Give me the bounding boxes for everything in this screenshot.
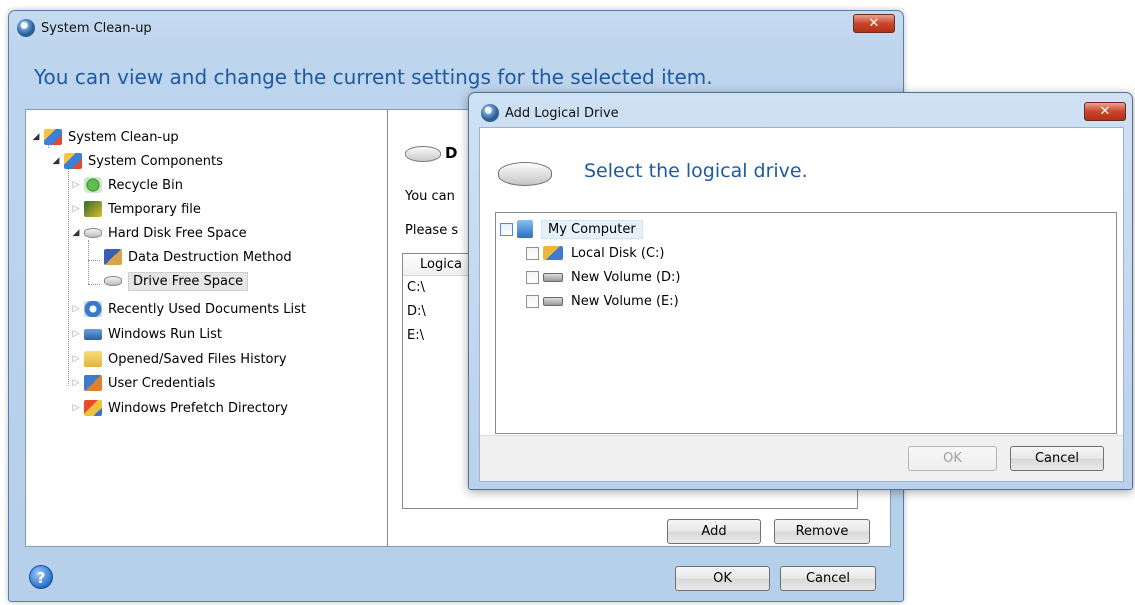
collapsed-arrow-icon[interactable]: ▷ bbox=[70, 180, 82, 190]
dialog-cancel-button[interactable]: Cancel bbox=[1010, 446, 1104, 471]
page-headline: You can view and change the current sett… bbox=[34, 65, 713, 89]
tree-item-label: User Credentials bbox=[108, 375, 216, 391]
drive-icon bbox=[498, 162, 552, 186]
tree-item-label: Drive Free Space bbox=[128, 271, 249, 291]
volume-icon bbox=[543, 296, 563, 306]
drive-tree[interactable]: My Computer Local Disk (C:) New Volume (… bbox=[495, 212, 1117, 434]
pane-instruction: Please s bbox=[405, 223, 459, 238]
dialog-title-bar: Add Logical Drive bbox=[481, 101, 619, 125]
tree-item-label: Recycle Bin bbox=[108, 177, 183, 193]
dialog-title: Add Logical Drive bbox=[505, 105, 619, 121]
tree-item-label: New Volume (D:) bbox=[571, 269, 681, 285]
tree-item-data-destruction-method[interactable]: Data Destruction Method bbox=[102, 245, 292, 269]
tree-item-label: System Clean-up bbox=[68, 129, 179, 145]
title-bar: System Clean-up bbox=[17, 16, 152, 40]
volume-icon bbox=[543, 272, 563, 282]
pane-description: You can bbox=[405, 189, 455, 204]
system-components-icon bbox=[64, 153, 82, 169]
dialog-footer: OK Cancel bbox=[480, 435, 1123, 481]
window-title: System Clean-up bbox=[41, 20, 152, 36]
cancel-button-label: Cancel bbox=[805, 571, 851, 586]
collapsed-arrow-icon[interactable]: ▷ bbox=[70, 304, 82, 314]
tree-item-system-components[interactable]: ◢ System Components bbox=[50, 149, 223, 173]
tree-item-opened-saved-files[interactable]: ▷ Opened/Saved Files History bbox=[70, 347, 287, 371]
app-icon bbox=[17, 19, 35, 37]
collapsed-arrow-icon[interactable]: ▷ bbox=[70, 329, 82, 339]
expanded-arrow-icon[interactable]: ◢ bbox=[30, 132, 42, 142]
expanded-arrow-icon[interactable]: ◢ bbox=[70, 228, 82, 238]
add-button-label: Add bbox=[701, 524, 727, 539]
prefetch-icon bbox=[84, 400, 102, 416]
tree-item-label: Opened/Saved Files History bbox=[108, 351, 287, 367]
drive-icon bbox=[104, 276, 122, 286]
tree-item-label: Temporary file bbox=[108, 201, 201, 217]
tree-item-temporary-file[interactable]: ▷ Temporary file bbox=[70, 197, 201, 221]
dialog-body: Select the logical drive. My Computer Lo… bbox=[479, 127, 1124, 482]
remove-button[interactable]: Remove bbox=[774, 519, 870, 544]
hard-disk-icon bbox=[84, 228, 102, 238]
tree-item-label: New Volume (E:) bbox=[571, 293, 679, 309]
tree-item-recent-documents[interactable]: ▷ Recently Used Documents List bbox=[70, 297, 306, 321]
tree-item-my-computer[interactable]: My Computer bbox=[500, 217, 643, 241]
data-destruction-icon bbox=[104, 249, 122, 265]
tree-item-recycle-bin[interactable]: ▷ Recycle Bin bbox=[70, 173, 183, 197]
tree-item-prefetch-directory[interactable]: ▷ Windows Prefetch Directory bbox=[70, 396, 288, 420]
tree-item-label: My Computer bbox=[541, 219, 643, 239]
system-drive-icon bbox=[543, 246, 563, 260]
collapsed-arrow-icon[interactable]: ▷ bbox=[70, 378, 82, 388]
tree-item-label: Recently Used Documents List bbox=[108, 301, 307, 317]
dialog-heading: Select the logical drive. bbox=[584, 160, 808, 182]
ok-button-label: OK bbox=[713, 571, 732, 586]
tree-item-new-volume-d[interactable]: New Volume (D:) bbox=[526, 265, 681, 289]
drive-checkbox[interactable] bbox=[526, 294, 539, 308]
recycle-bin-icon bbox=[84, 177, 102, 193]
folder-icon bbox=[84, 351, 102, 367]
remove-button-label: Remove bbox=[795, 524, 849, 539]
ok-button-label: OK bbox=[943, 451, 962, 466]
ok-button[interactable]: OK bbox=[675, 566, 770, 591]
cancel-button[interactable]: Cancel bbox=[780, 566, 876, 591]
pane-heading: D bbox=[445, 144, 458, 162]
tree-item-label: Windows Run List bbox=[108, 326, 222, 342]
tree-item-label: Hard Disk Free Space bbox=[108, 225, 247, 241]
system-cleanup-icon bbox=[44, 129, 62, 145]
cancel-button-label: Cancel bbox=[1034, 451, 1080, 466]
tree-item-new-volume-e[interactable]: New Volume (E:) bbox=[526, 289, 679, 313]
tree-item-user-credentials[interactable]: ▷ User Credentials bbox=[70, 371, 215, 395]
close-button[interactable]: ✕ bbox=[853, 14, 895, 33]
help-icon[interactable]: ? bbox=[29, 565, 53, 589]
tree-item-label: Data Destruction Method bbox=[128, 249, 292, 265]
drive-icon bbox=[405, 146, 441, 162]
my-computer-checkbox[interactable] bbox=[500, 222, 513, 236]
recent-documents-icon bbox=[84, 301, 102, 317]
tree-item-drive-free-space[interactable]: Drive Free Space bbox=[102, 269, 249, 293]
collapsed-arrow-icon[interactable]: ▷ bbox=[70, 354, 82, 364]
tree-item-label: System Components bbox=[88, 153, 223, 169]
drive-checkbox[interactable] bbox=[526, 246, 539, 260]
tree-item-windows-run-list[interactable]: ▷ Windows Run List bbox=[70, 322, 222, 346]
add-logical-drive-dialog: Add Logical Drive ✕ Select the logical d… bbox=[468, 92, 1133, 490]
run-list-icon bbox=[84, 328, 102, 340]
user-credentials-icon bbox=[84, 375, 102, 391]
tree-item-local-disk-c[interactable]: Local Disk (C:) bbox=[526, 241, 664, 265]
add-button[interactable]: Add bbox=[667, 519, 761, 544]
app-icon bbox=[481, 104, 499, 122]
expanded-arrow-icon[interactable]: ◢ bbox=[50, 156, 62, 166]
computer-icon bbox=[517, 220, 533, 238]
dialog-ok-button[interactable]: OK bbox=[908, 446, 997, 471]
tree-item-label: Windows Prefetch Directory bbox=[108, 400, 288, 416]
collapsed-arrow-icon[interactable]: ▷ bbox=[70, 403, 82, 413]
collapsed-arrow-icon[interactable]: ▷ bbox=[70, 204, 82, 214]
tree-item-hard-disk-free-space[interactable]: ◢ Hard Disk Free Space bbox=[70, 221, 247, 245]
temporary-file-icon bbox=[84, 201, 102, 217]
settings-tree[interactable]: ◢ System Clean-up ◢ System Components ▷ … bbox=[26, 110, 388, 546]
dialog-close-button[interactable]: ✕ bbox=[1084, 102, 1126, 121]
tree-item-label: Local Disk (C:) bbox=[571, 245, 665, 261]
tree-item-system-cleanup[interactable]: ◢ System Clean-up bbox=[30, 125, 179, 149]
drive-checkbox[interactable] bbox=[526, 270, 539, 284]
